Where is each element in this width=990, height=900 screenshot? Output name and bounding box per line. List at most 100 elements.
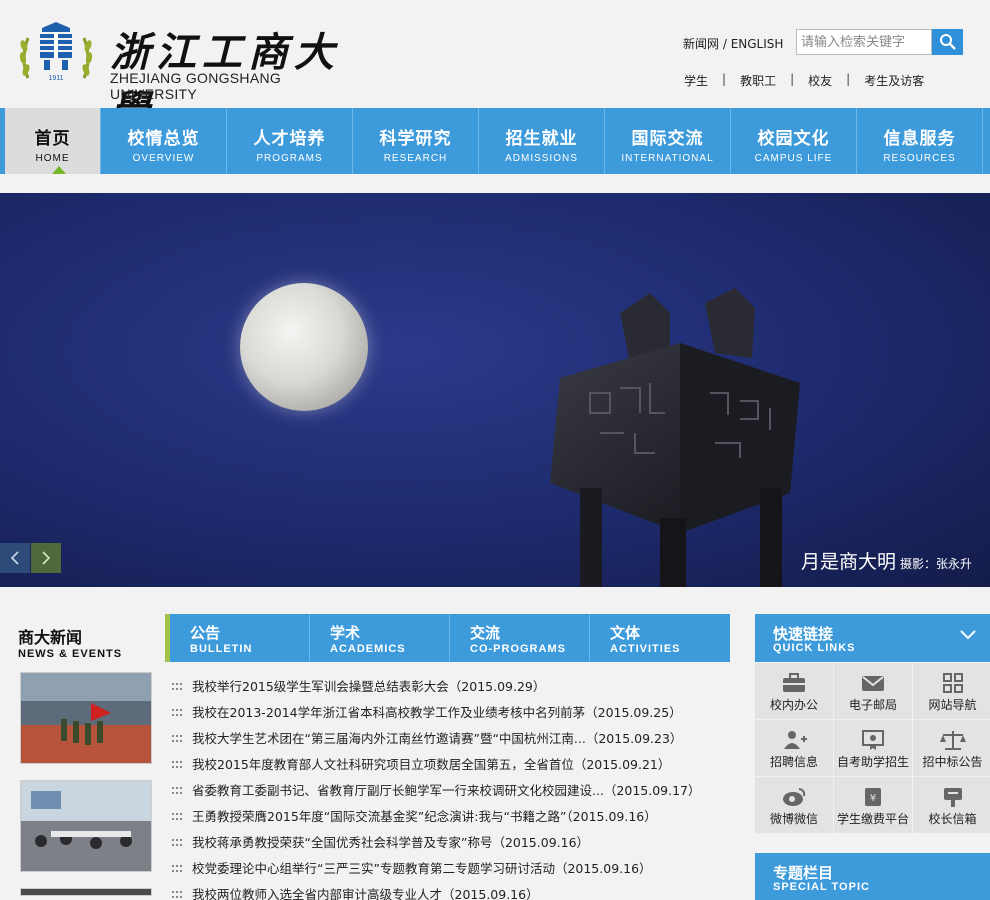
quick-link-office[interactable]: 校内办公 xyxy=(755,663,833,719)
bullet-icon xyxy=(172,891,182,898)
bullet-icon xyxy=(172,683,182,690)
military-parade-image xyxy=(21,673,151,763)
nav-resources[interactable]: 信息服务 RESOURCES xyxy=(857,108,983,174)
nav-label-cn: 招生就业 xyxy=(505,129,578,149)
tab-co-programs[interactable]: 交流 CO-PROGRAMS xyxy=(450,614,590,662)
tab-academics[interactable]: 学术 ACADEMICS xyxy=(310,614,450,662)
payment-icon: ¥ xyxy=(865,788,881,806)
news-title-cn: 商大新闻 xyxy=(18,628,83,647)
chevron-down-icon[interactable] xyxy=(960,630,976,640)
weibo-icon xyxy=(783,788,806,806)
quick-link-recruitment[interactable]: 招聘信息 xyxy=(755,720,833,776)
nav-overview[interactable]: 校情总览 OVERVIEW xyxy=(101,108,227,174)
bullet-icon xyxy=(172,813,182,820)
search-button[interactable] xyxy=(932,29,963,55)
news-title[interactable]: 商大新闻 NEWS & EVENTS xyxy=(18,624,122,660)
audience-separator: | xyxy=(722,72,727,86)
bullet-icon xyxy=(172,865,182,872)
news-item[interactable]: 省委教育工委副书记、省教育厅副厅长鲍学军一行来校调研文化校园建设...（2015… xyxy=(172,778,730,804)
special-topic-title-en: SPECIAL TOPIC xyxy=(773,881,870,893)
quick-link-label: 招聘信息 xyxy=(769,755,818,769)
audience-link-alumni[interactable]: 校友 xyxy=(808,72,832,89)
news-item[interactable]: 我校在2013-2014学年浙江省本科高校教学工作及业绩考核中名列前茅（2015… xyxy=(172,700,730,726)
audience-link-students[interactable]: 学生 xyxy=(684,72,708,89)
nav-research[interactable]: 科学研究 RESEARCH xyxy=(353,108,479,174)
nav-admissions[interactable]: 招生就业 ADMISSIONS xyxy=(479,108,605,174)
news-item[interactable]: 王勇教授荣膺2015年度“国际交流基金奖”纪念演讲:我与“书籍之路”（2015.… xyxy=(172,804,730,830)
nav-label-en: OVERVIEW xyxy=(132,153,195,164)
nav-label-en: INTERNATIONAL xyxy=(621,153,714,164)
audience-link-visitors[interactable]: 考生及访客 xyxy=(864,72,924,89)
mail-icon xyxy=(862,676,884,691)
news-item-title: 我校两位教师入选全省内部审计高级专业人才（2015.09.16） xyxy=(192,887,539,900)
quick-link-label: 微博微信 xyxy=(769,812,818,826)
tab-label-cn: 文体 xyxy=(610,624,641,642)
news-thumbnail-third[interactable] xyxy=(20,888,152,896)
mailbox-icon xyxy=(943,788,962,807)
quick-link-site-nav[interactable]: 网站导航 xyxy=(913,663,990,719)
tab-activities[interactable]: 文体 ACTIVITIES xyxy=(590,614,730,662)
nav-label-en: RESEARCH xyxy=(383,153,448,164)
add-user-icon xyxy=(784,731,807,749)
news-site-link[interactable]: 新闻网 xyxy=(683,37,719,51)
news-list: 我校举行2015级学生军训会操暨总结表彰大会（2015.09.29） 我校在20… xyxy=(172,674,730,900)
news-title-en: NEWS & EVENTS xyxy=(18,648,123,660)
news-item-title: 王勇教授荣膺2015年度“国际交流基金奖”纪念演讲:我与“书籍之路”（2015.… xyxy=(192,809,657,824)
quick-link-weibo[interactable]: 微博微信 xyxy=(755,777,833,833)
quick-link-label: 自考助学招生 xyxy=(836,755,909,769)
quick-link-label: 校内办公 xyxy=(769,698,818,712)
grid-icon xyxy=(942,673,963,693)
audience-links: 学生 | 教职工 | 校友 | 考生及访客 xyxy=(684,72,924,89)
quick-link-tender[interactable]: 招中标公告 xyxy=(913,720,990,776)
news-item[interactable]: 校党委理论中心组举行“三严三实”专题教育第二专题学习研讨活动（2015.09.1… xyxy=(172,856,730,882)
news-item[interactable]: 我校蒋承勇教授荣获“全国优秀社会科学普及专家”称号（2015.09.16） xyxy=(172,830,730,856)
news-item-title: 我校蒋承勇教授荣获“全国优秀社会科学普及专家”称号（2015.09.16） xyxy=(192,835,590,850)
bullet-icon xyxy=(172,787,182,794)
bullet-icon xyxy=(172,735,182,742)
news-item[interactable]: 我校大学生艺术团在“第三届海内外江南丝竹邀请赛”暨“中国杭州江南...（2015… xyxy=(172,726,730,752)
news-thumbnail-military-training[interactable] xyxy=(20,672,152,764)
quick-links-title-en: QUICK LINKS xyxy=(773,642,856,654)
quick-link-label: 电子邮局 xyxy=(848,698,897,712)
quick-link-self-study[interactable]: 自考助学招生 xyxy=(834,720,912,776)
university-logo[interactable]: 1911 浙江工商大學 ZHEJIANG GONGSHANG UNIVERSIT… xyxy=(18,20,358,134)
quick-link-email[interactable]: 电子邮局 xyxy=(834,663,912,719)
nav-label-cn: 国际交流 xyxy=(631,129,704,149)
banner-photo-credit: 摄影：张永升 xyxy=(899,557,972,571)
news-section: 商大新闻 NEWS & EVENTS 公告 BULLETIN 学术 ACADEM… xyxy=(0,614,730,900)
nav-campus-life[interactable]: 校园文化 CAMPUS LIFE xyxy=(731,108,857,174)
news-item[interactable]: 我校两位教师入选全省内部审计高级专业人才（2015.09.16） xyxy=(172,882,730,900)
nav-international[interactable]: 国际交流 INTERNATIONAL xyxy=(605,108,731,174)
seal-year: 1911 xyxy=(48,75,63,82)
banner-prev-button[interactable] xyxy=(0,543,30,573)
news-item[interactable]: 我校2015年度教育部人文社科研究项目立项数居全国第五，全省首位（2015.09… xyxy=(172,752,730,778)
quick-link-payment[interactable]: ¥ 学生缴费平台 xyxy=(834,777,912,833)
special-topic-header[interactable]: 专题栏目 SPECIAL TOPIC xyxy=(755,853,990,900)
bronze-ding-image xyxy=(550,288,800,587)
nav-label-en: PROGRAMS xyxy=(256,153,323,164)
tab-label-en: CO-PROGRAMS xyxy=(470,643,566,655)
scale-icon xyxy=(939,731,966,750)
special-topic-title-cn: 专题栏目 xyxy=(773,864,834,882)
tab-bulletin[interactable]: 公告 BULLETIN xyxy=(170,614,310,662)
english-link[interactable]: ENGLISH xyxy=(731,37,784,51)
quick-link-label: 校长信箱 xyxy=(928,812,977,826)
search-icon xyxy=(939,34,956,50)
nav-home[interactable]: 首页 HOME xyxy=(0,108,101,174)
banner-next-button[interactable] xyxy=(31,543,61,573)
nav-programs[interactable]: 人才培养 PROGRAMS xyxy=(227,108,353,174)
quick-links-panel: 快速链接 QUICK LINKS 校内办公 电子邮局 网站导航 招聘信息 自考助… xyxy=(755,614,990,833)
quick-link-label: 招中标公告 xyxy=(922,755,983,769)
banner-caption-text: 月是商大明 xyxy=(800,551,896,573)
university-name-en: ZHEJIANG GONGSHANG UNIVERSITY xyxy=(110,70,282,102)
tab-label-en: ACTIVITIES xyxy=(610,643,681,655)
hero-banner[interactable]: 月是商大明 摄影：张永升 xyxy=(0,193,990,587)
search-input[interactable] xyxy=(797,30,931,54)
audience-link-staff[interactable]: 教职工 xyxy=(740,72,776,89)
quick-link-president-mailbox[interactable]: 校长信箱 xyxy=(913,777,990,833)
nav-label-en: RESOURCES xyxy=(883,153,956,164)
bullet-icon xyxy=(172,839,182,846)
moon-image xyxy=(240,283,368,411)
news-thumbnail-meeting[interactable] xyxy=(20,780,152,872)
news-item[interactable]: 我校举行2015级学生军训会操暨总结表彰大会（2015.09.29） xyxy=(172,674,730,700)
